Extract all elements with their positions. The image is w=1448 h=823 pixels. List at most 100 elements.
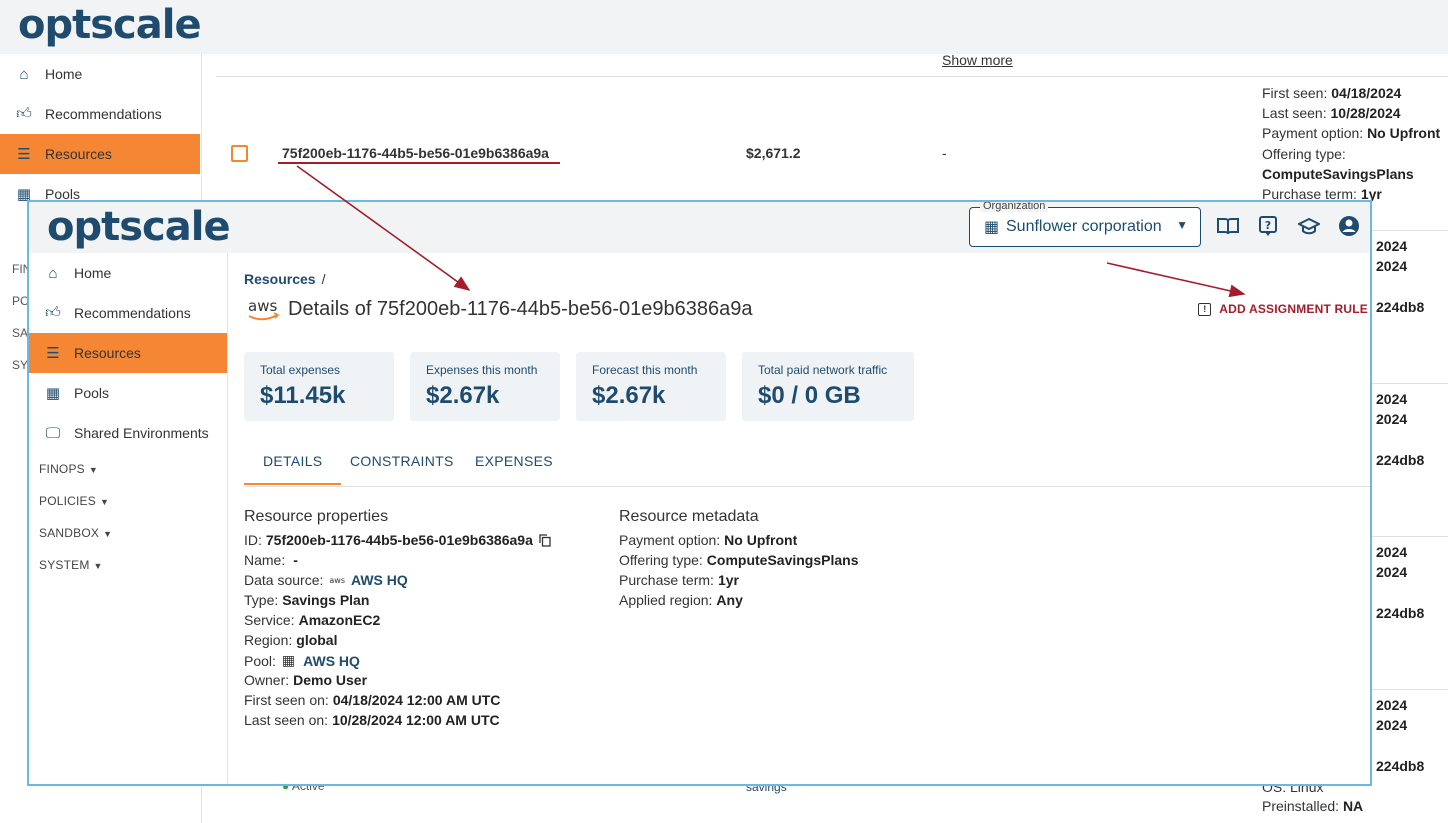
add-assignment-rule-label: ADD ASSIGNMENT RULE [1219, 302, 1368, 316]
prop-owner: Owner: Demo User [244, 672, 368, 688]
resource-cost: $2,671.2 [746, 145, 801, 161]
fragment-year: 2024 [1376, 564, 1408, 580]
row-divider [1372, 536, 1448, 537]
tab-details[interactable]: DETAILS [244, 453, 342, 485]
resources-icon: ☰ [17, 146, 31, 163]
section-system[interactable]: SYSTEM ▼ [39, 558, 103, 572]
card-value: $2.67k [426, 382, 500, 409]
section-policies[interactable]: POLICIES ▼ [39, 494, 109, 508]
sidebar-item-home[interactable]: ⌂ Home [0, 54, 200, 94]
tab-expenses[interactable]: EXPENSES [475, 453, 553, 469]
preinstalled-fragment: Preinstalled: NA [1262, 798, 1364, 814]
prop-region: Region: global [244, 632, 338, 648]
breadcrumb: Resources / [244, 271, 325, 287]
resources-icon: ☰ [46, 345, 60, 362]
caret-down-icon: ▼ [93, 561, 103, 571]
row-payment-option: Payment option: No Upfront [1262, 125, 1441, 141]
monitor-icon: 🖵︎ [45, 424, 61, 442]
copy-icon[interactable] [539, 533, 551, 547]
main-sidebar: ⌂ Home 👍︎ Recommendations ☰ Resources ▦ … [29, 253, 228, 784]
card-label: Expenses this month [426, 363, 538, 377]
meta-applied-region: Applied region: Any [619, 592, 743, 608]
sidebar-item-label: Recommendations [45, 106, 162, 122]
resource-details-window: optscale Organization ▦ Sunflower corpor… [27, 200, 1372, 786]
breadcrumb-separator: / [321, 271, 326, 287]
meta-payment-option: Payment option: No Upfront [619, 532, 798, 548]
breadcrumb-resources-link[interactable]: Resources [244, 271, 316, 287]
documentation-icon[interactable] [1216, 214, 1240, 238]
fragment-year: 2024 [1376, 411, 1408, 427]
prop-first-seen: First seen on: 04/18/2024 12:00 AM UTC [244, 692, 501, 708]
fragment-hash: 224db8 [1376, 452, 1425, 468]
fragment-hash: 224db8 [1376, 605, 1425, 621]
summary-card-expenses-this-month: Expenses this month $2.67k [410, 352, 560, 421]
section-system-cut[interactable]: SY [12, 358, 28, 372]
section-sandbox-cut[interactable]: SA [12, 326, 28, 340]
building-icon: ▦ [984, 219, 1000, 236]
row-checkbox[interactable] [231, 145, 248, 162]
academy-icon[interactable] [1297, 214, 1321, 238]
aws-logo-icon: aws [246, 295, 282, 325]
resource-dash: - [942, 145, 947, 161]
thumbs-up-icon: 👍︎ [16, 105, 32, 122]
home-icon: ⌂ [19, 65, 29, 83]
organization-value: Sunflower corporation [1006, 218, 1162, 235]
sidebar-item-label: Home [74, 265, 112, 281]
show-more-link[interactable]: Show more [942, 52, 1013, 68]
tab-constraints[interactable]: CONSTRAINTS [350, 453, 454, 469]
profile-icon[interactable] [1337, 214, 1361, 238]
row-last-seen: Last seen: 10/28/2024 [1262, 105, 1401, 121]
card-label: Total paid network traffic [758, 363, 888, 377]
pool-link[interactable]: AWS HQ [303, 653, 360, 669]
caret-down-icon: ▼ [103, 529, 113, 539]
sidebar-item-shared-environments[interactable]: 🖵︎ Shared Environments [29, 413, 227, 453]
fragment-year: 2024 [1376, 544, 1408, 560]
svg-text:aws: aws [248, 297, 277, 315]
sidebar-item-resources[interactable]: ☰ Resources [29, 333, 227, 373]
pools-icon: ▦ [45, 385, 61, 402]
sidebar-item-pools[interactable]: ▦ Pools [29, 373, 227, 413]
meta-purchase-term: Purchase term: 1yr [619, 572, 739, 588]
prop-service: Service: AmazonEC2 [244, 612, 381, 628]
summary-card-network-traffic: Total paid network traffic $0 / 0 GB [742, 352, 914, 421]
sidebar-item-home[interactable]: ⌂ Home [29, 253, 227, 293]
card-value: $11.45k [260, 382, 346, 409]
optscale-logo[interactable]: optscale [18, 2, 202, 48]
background-header: optscale [0, 0, 1448, 54]
caret-down-icon: ▼ [99, 497, 110, 507]
sidebar-item-recommendations[interactable]: 👍︎ Recommendations [0, 94, 200, 134]
aws-icon: aws [329, 575, 345, 585]
card-label: Total expenses [260, 363, 341, 377]
resource-properties-title: Resource properties [244, 508, 389, 525]
help-icon[interactable]: ? [1256, 214, 1280, 238]
caret-down-icon: ▼ [88, 465, 98, 475]
sidebar-item-label: Home [45, 66, 83, 82]
resource-metadata-title: Resource metadata [619, 508, 759, 525]
section-finops[interactable]: FINOPS ▼ [39, 462, 98, 476]
resource-id-link[interactable]: 75f200eb-1176-44b5-be56-01e9b6386a9a [282, 145, 549, 161]
fragment-year: 2024 [1376, 391, 1408, 407]
sidebar-item-label: Pools [74, 385, 110, 401]
optscale-logo[interactable]: optscale [47, 204, 231, 250]
page-title: Details of 75f200eb-1176-44b5-be56-01e9b… [288, 298, 753, 320]
add-assignment-rule-button[interactable]: ! ADD ASSIGNMENT RULE [1198, 302, 1368, 316]
main-content: Resources / aws Details of 75f200eb-1176-… [228, 253, 1370, 784]
prop-id: ID: 75f200eb-1176-44b5-be56-01e9b6386a9a [244, 532, 551, 548]
data-source-link[interactable]: AWS HQ [351, 572, 408, 588]
sidebar-item-label: Recommendations [74, 305, 191, 321]
prop-type: Type: Savings Plan [244, 592, 370, 608]
fragment-year: 2024 [1376, 258, 1408, 274]
sidebar-item-resources[interactable]: ☰ Resources [0, 134, 200, 174]
sidebar-item-recommendations[interactable]: 👍︎ Recommendations [29, 293, 227, 333]
row-divider [216, 76, 1448, 77]
pool-icon: ▦ [281, 652, 296, 668]
row-offering-value: ComputeSavingsPlans [1262, 166, 1414, 182]
details-tabs: DETAILS CONSTRAINTS EXPENSES [244, 445, 1370, 487]
summary-card-forecast-this-month: Forecast this month $2.67k [576, 352, 726, 421]
meta-offering-type: Offering type: ComputeSavingsPlans [619, 552, 859, 568]
organization-selector[interactable]: Organization ▦ Sunflower corporation ▼ [969, 202, 1201, 247]
section-sandbox[interactable]: SANDBOX ▼ [39, 526, 112, 540]
thumbs-up-icon: 👍︎ [45, 304, 61, 321]
card-value: $0 / 0 GB [758, 382, 861, 409]
chevron-down-icon: ▼ [1176, 218, 1188, 232]
